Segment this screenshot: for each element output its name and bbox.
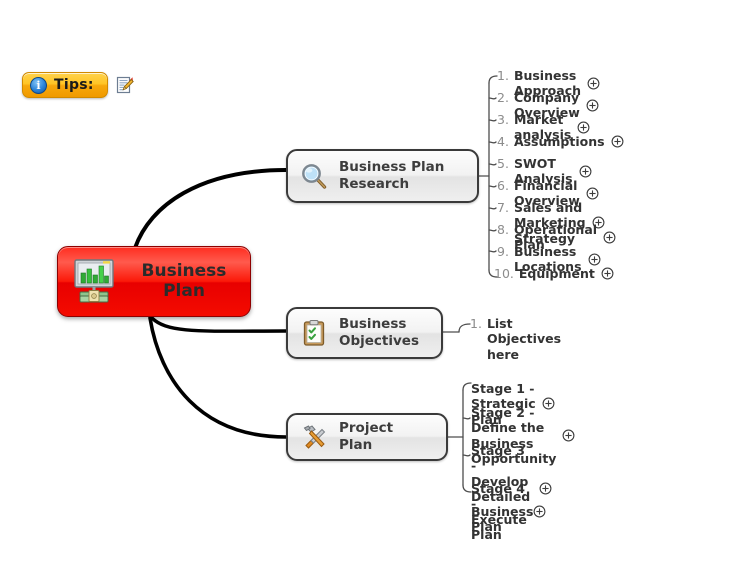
branch-node-label: Project Plan xyxy=(339,420,394,453)
leaf-item[interactable]: 10. Equipment xyxy=(494,266,614,281)
info-icon: i xyxy=(30,76,47,94)
leaf-number: 2. xyxy=(497,90,509,105)
mindmap-canvas: i Tips: Business Plan Business Plan Rese… xyxy=(0,0,750,563)
leaf-number: 10. xyxy=(494,266,514,281)
branch-node-business-objectives[interactable]: Business Objectives xyxy=(286,307,443,359)
plus-circle-icon[interactable] xyxy=(562,429,575,442)
tips-bar: i Tips: xyxy=(22,72,134,98)
tips-label: Tips: xyxy=(54,77,94,93)
branch-node-project-plan[interactable]: Project Plan xyxy=(286,413,448,461)
central-node-label: Business Plan xyxy=(141,260,227,301)
plus-circle-icon[interactable] xyxy=(577,121,590,134)
leaf-number: 8. xyxy=(497,222,509,237)
plus-circle-icon[interactable] xyxy=(603,231,616,244)
leaf-label: List Objectives here xyxy=(486,316,562,362)
leaf-item[interactable]: 1. List Objectives here xyxy=(470,316,561,362)
leaf-number: 1. xyxy=(497,68,509,83)
branch-node-business-plan-research[interactable]: Business Plan Research xyxy=(286,149,479,203)
tips-button[interactable]: i Tips: xyxy=(22,72,108,98)
leaf-item[interactable]: Stage 4 - Execute Plan xyxy=(471,481,546,542)
leaf-number: 5. xyxy=(497,156,509,171)
leaf-number: 9. xyxy=(497,244,509,259)
leaf-number: 7. xyxy=(497,200,509,215)
plus-circle-icon[interactable] xyxy=(611,135,624,148)
plus-circle-icon[interactable] xyxy=(533,505,546,518)
magnifier-icon xyxy=(300,162,328,190)
plus-circle-icon[interactable] xyxy=(586,187,599,200)
leaf-label: Stage 4 - Execute Plan xyxy=(471,481,527,542)
hammer-wrench-icon xyxy=(300,423,328,451)
business-chart-money-icon xyxy=(72,258,116,305)
note-edit-icon[interactable] xyxy=(116,76,134,94)
plus-circle-icon[interactable] xyxy=(586,99,599,112)
leaf-label: Equipment xyxy=(518,266,595,281)
branch-node-label: Business Objectives xyxy=(339,316,419,349)
plus-circle-icon[interactable] xyxy=(601,267,614,280)
plus-circle-icon[interactable] xyxy=(588,253,601,266)
plus-circle-icon[interactable] xyxy=(587,77,600,90)
leaf-number: 1. xyxy=(470,316,482,331)
plus-circle-icon[interactable] xyxy=(579,165,592,178)
leaf-label: Assumptions xyxy=(513,134,605,149)
leaf-item[interactable]: 4. Assumptions xyxy=(497,134,624,149)
clipboard-checklist-icon xyxy=(300,319,328,347)
branch-node-label: Business Plan Research xyxy=(339,159,445,192)
leaf-number: 4. xyxy=(497,134,509,149)
leaf-number: 3. xyxy=(497,112,509,127)
leaf-number: 6. xyxy=(497,178,509,193)
central-node-business-plan[interactable]: Business Plan xyxy=(57,246,251,317)
